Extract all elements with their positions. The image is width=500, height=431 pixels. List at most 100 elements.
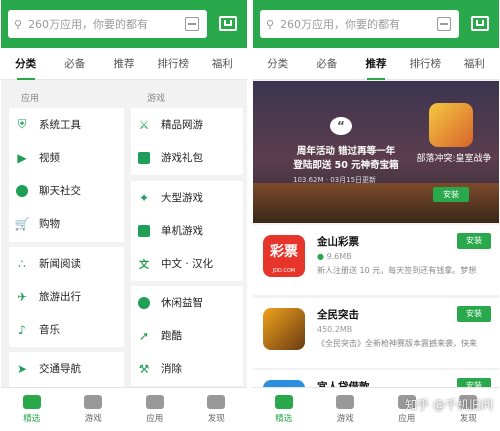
plane-icon: ✈ bbox=[16, 289, 28, 304]
shield-icon: ⛨ bbox=[17, 117, 27, 131]
search-input[interactable]: ⚲ 260万应用，你要的都有 bbox=[8, 10, 207, 38]
tab-ranking[interactable]: 排行榜 bbox=[149, 48, 198, 80]
search-input[interactable]: ⚲ 260万应用，你要的都有 bbox=[260, 10, 459, 38]
category-system-tools[interactable]: ⛨ 系统工具 bbox=[9, 108, 124, 141]
grid-icon bbox=[145, 395, 164, 409]
right-screen: ⚲ 260万应用，你要的都有 分类 必备 推荐 排行榜 福利 “ 周年活动 错过… bbox=[253, 0, 499, 431]
category-music[interactable]: ♪ 音乐 bbox=[9, 313, 124, 346]
tab-essentials[interactable]: 必备 bbox=[302, 48, 351, 80]
gamepad-icon bbox=[336, 395, 355, 409]
tab-category[interactable]: 分类 bbox=[1, 48, 50, 80]
search-placeholder: 260万应用，你要的都有 bbox=[28, 18, 149, 31]
tab-recommend[interactable]: 推荐 bbox=[99, 48, 148, 80]
search-icon: ⚲ bbox=[14, 17, 23, 31]
download-manager-icon[interactable] bbox=[219, 16, 237, 31]
category-offline-games[interactable]: 单机游戏 bbox=[131, 214, 243, 247]
install-button[interactable]: 安装 bbox=[457, 306, 491, 322]
category-chinese-localized[interactable]: 文中文 · 汉化 bbox=[131, 247, 243, 280]
crown-icon bbox=[274, 395, 293, 409]
app-item[interactable]: 彩票 JDD.COM 金山彩票 ● 9.6MB 新人注册送 10 元，每天签到还… bbox=[253, 225, 499, 295]
rss-icon: ∴ bbox=[18, 256, 26, 271]
app-item[interactable]: 全民突击 450.2MB 《全民突击》全新枪神赛版本震撼来袭，快来 安装 bbox=[253, 298, 499, 368]
gamepad-icon bbox=[84, 395, 103, 409]
puzzle-icon bbox=[137, 296, 151, 310]
category-chat-social[interactable]: 聊天社交 bbox=[9, 174, 124, 207]
nav-featured[interactable]: 精选 bbox=[1, 388, 63, 431]
app-description: 《全民突击》全新枪神赛版本震撼来袭，快来 bbox=[317, 339, 477, 348]
tab-essentials[interactable]: 必备 bbox=[50, 48, 99, 80]
category-shopping[interactable]: 🛒 购物 bbox=[9, 207, 124, 240]
watermark: 知乎 @千机旧问 bbox=[405, 398, 493, 412]
cart-icon: 🛒 bbox=[14, 216, 30, 231]
app-size: 450.2MB bbox=[317, 325, 353, 334]
category-game-gifts[interactable]: 游戏礼包 bbox=[131, 141, 243, 174]
nav-games[interactable]: 游戏 bbox=[63, 388, 125, 431]
category-match-elimination[interactable]: ⚒ 消除 bbox=[131, 352, 243, 385]
category-large-games[interactable]: ✦ 大型游戏 bbox=[131, 181, 243, 214]
category-parkour[interactable]: ➚ 跑酷 bbox=[131, 319, 243, 352]
bottom-nav: 精选 游戏 应用 发现 bbox=[1, 387, 247, 431]
search-icon: ⚲ bbox=[266, 17, 275, 31]
games-section-header: 游戏 bbox=[147, 94, 166, 104]
category-navigation[interactable]: ➤ 交通导航 bbox=[9, 352, 124, 385]
tab-category[interactable]: 分类 bbox=[253, 48, 302, 80]
apps-card-2: ∴ 新闻阅读 ✈ 旅游出行 ♪ 音乐 bbox=[9, 247, 124, 347]
games-card-2: ✦ 大型游戏 单机游戏 文中文 · 汉化 bbox=[131, 181, 243, 281]
apps-card-1: ⛨ 系统工具 ▶ 视频 聊天社交 🛒 购物 bbox=[9, 108, 124, 242]
left-screen: ⚲ 260万应用，你要的都有 分类 必备 推荐 排行榜 福利 应用 游戏 ⛨ 系统… bbox=[1, 0, 247, 431]
category-casual-puzzle[interactable]: 休闲益智 bbox=[131, 286, 243, 319]
install-button[interactable]: 安装 bbox=[457, 233, 491, 249]
nav-discover[interactable]: 发现 bbox=[186, 388, 248, 431]
download-manager-icon[interactable] bbox=[471, 16, 489, 31]
tab-recommend[interactable]: 推荐 bbox=[351, 48, 400, 80]
app-name: 全民突击 bbox=[317, 309, 359, 321]
banner-install-button[interactable]: 安装 bbox=[433, 187, 469, 202]
tab-welfare[interactable]: 福利 bbox=[198, 48, 247, 80]
lottery-app-icon: 彩票 JDD.COM bbox=[263, 235, 305, 277]
search-placeholder: 260万应用，你要的都有 bbox=[280, 18, 401, 31]
tab-bar: 分类 必备 推荐 排行榜 福利 bbox=[253, 48, 499, 80]
controller-icon bbox=[137, 224, 151, 238]
apps-card-3: ➤ 交通导航 bbox=[9, 352, 124, 388]
banner-meta: 103.62M · 03月15日更新 bbox=[293, 176, 377, 184]
category-travel[interactable]: ✈ 旅游出行 bbox=[9, 280, 124, 313]
top-bar: ⚲ 260万应用，你要的都有 bbox=[1, 0, 247, 48]
crown-icon bbox=[22, 395, 41, 409]
promo-banner[interactable]: “ 周年活动 错过再等一年 登陆即送 50 元神奇宝箱 103.62M · 03… bbox=[253, 81, 499, 223]
category-news-reading[interactable]: ∴ 新闻阅读 bbox=[9, 247, 124, 280]
game-icon bbox=[429, 103, 473, 147]
navigation-icon: ➤ bbox=[16, 361, 28, 376]
category-online-games[interactable]: ⚔ 精品网游 bbox=[131, 108, 243, 141]
quote-icon: “ bbox=[330, 117, 352, 135]
apps-section-header: 应用 bbox=[21, 94, 40, 104]
hammer-icon: ⚒ bbox=[138, 361, 150, 376]
gift-icon bbox=[137, 151, 151, 165]
runner-icon: ➚ bbox=[138, 328, 150, 343]
verified-icon: ● bbox=[317, 252, 324, 261]
app-name: 金山彩票 bbox=[317, 236, 359, 248]
banner-title: 周年活动 错过再等一年 登陆即送 50 元神奇宝箱 bbox=[293, 146, 399, 171]
music-icon: ♪ bbox=[18, 322, 26, 337]
scan-icon[interactable] bbox=[185, 17, 199, 31]
app-size: ● 9.6MB bbox=[317, 252, 352, 261]
games-card-3: 休闲益智 ➚ 跑酷 ⚒ 消除 bbox=[131, 286, 243, 386]
app-description: 新人注册送 10 元，每天签到还有钱拿。梦想 bbox=[317, 266, 477, 275]
video-icon: ▶ bbox=[17, 150, 27, 165]
banner-game-name: 部落冲突:皇室战争 bbox=[416, 154, 492, 164]
compass-icon bbox=[207, 395, 226, 409]
text-icon: 文 bbox=[139, 260, 149, 271]
games-card-1: ⚔ 精品网游 游戏礼包 bbox=[131, 108, 243, 175]
scan-icon[interactable] bbox=[437, 17, 451, 31]
nav-featured[interactable]: 精选 bbox=[253, 388, 315, 431]
chat-icon bbox=[15, 184, 29, 198]
gamepad-icon: ✦ bbox=[138, 190, 150, 205]
sword-icon: ⚔ bbox=[138, 117, 150, 132]
top-bar: ⚲ 260万应用，你要的都有 bbox=[253, 0, 499, 48]
category-video[interactable]: ▶ 视频 bbox=[9, 141, 124, 174]
nav-apps[interactable]: 应用 bbox=[124, 388, 186, 431]
shooter-game-icon bbox=[263, 308, 305, 350]
nav-games[interactable]: 游戏 bbox=[315, 388, 377, 431]
tab-welfare[interactable]: 福利 bbox=[450, 48, 499, 80]
tab-ranking[interactable]: 排行榜 bbox=[401, 48, 450, 80]
tab-bar: 分类 必备 推荐 排行榜 福利 bbox=[1, 48, 247, 80]
